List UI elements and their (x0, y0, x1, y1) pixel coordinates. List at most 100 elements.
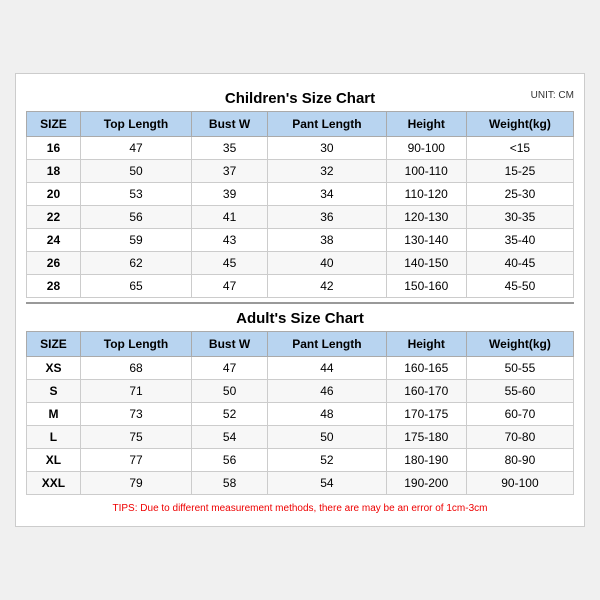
table-cell: 30-35 (466, 206, 573, 229)
table-cell: 58 (192, 472, 268, 495)
table-row: XXL795854190-20090-100 (27, 472, 574, 495)
table-cell: 80-90 (466, 449, 573, 472)
table-cell: 73 (80, 403, 191, 426)
table-cell: 50 (192, 380, 268, 403)
table-cell: 170-175 (386, 403, 466, 426)
table-row: M735248170-17560-70 (27, 403, 574, 426)
table-cell: 100-110 (386, 160, 466, 183)
table-cell: 20 (27, 183, 81, 206)
table-cell: 34 (268, 183, 386, 206)
adult-table: SIZE Top Length Bust W Pant Length Heigh… (26, 331, 574, 495)
table-cell: 35 (192, 137, 268, 160)
table-cell: 79 (80, 472, 191, 495)
table-cell: 110-120 (386, 183, 466, 206)
table-row: 1647353090-100<15 (27, 137, 574, 160)
table-cell: 50 (80, 160, 191, 183)
table-cell: 18 (27, 160, 81, 183)
table-cell: 52 (192, 403, 268, 426)
table-cell: 39 (192, 183, 268, 206)
table-cell: 70-80 (466, 426, 573, 449)
col-pant-length: Pant Length (268, 112, 386, 137)
table-cell: M (27, 403, 81, 426)
table-cell: 62 (80, 252, 191, 275)
table-cell: 52 (268, 449, 386, 472)
table-cell: 50 (268, 426, 386, 449)
table-cell: XL (27, 449, 81, 472)
table-cell: 56 (80, 206, 191, 229)
col-top-length-adult: Top Length (80, 332, 191, 357)
table-cell: 37 (192, 160, 268, 183)
adult-title: Adult's Size Chart (236, 310, 364, 327)
table-row: XL775652180-19080-90 (27, 449, 574, 472)
table-cell: 68 (80, 357, 191, 380)
col-bust-w: Bust W (192, 112, 268, 137)
table-cell: 32 (268, 160, 386, 183)
col-weight: Weight(kg) (466, 112, 573, 137)
table-cell: 45-50 (466, 275, 573, 298)
table-cell: 47 (80, 137, 191, 160)
table-cell: 44 (268, 357, 386, 380)
col-size: SIZE (27, 112, 81, 137)
table-cell: 42 (268, 275, 386, 298)
table-cell: XS (27, 357, 81, 380)
table-cell: 180-190 (386, 449, 466, 472)
table-cell: 41 (192, 206, 268, 229)
children-title-row: Children's Size Chart UNIT: CM (26, 84, 574, 111)
table-cell: 175-180 (386, 426, 466, 449)
table-cell: <15 (466, 137, 573, 160)
table-row: 18503732100-11015-25 (27, 160, 574, 183)
table-cell: 160-170 (386, 380, 466, 403)
col-size-adult: SIZE (27, 332, 81, 357)
table-cell: 46 (268, 380, 386, 403)
col-top-length: Top Length (80, 112, 191, 137)
tips-text: TIPS: Due to different measurement metho… (26, 501, 574, 516)
table-cell: 43 (192, 229, 268, 252)
col-height: Height (386, 112, 466, 137)
table-cell: 35-40 (466, 229, 573, 252)
table-cell: 77 (80, 449, 191, 472)
table-cell: 26 (27, 252, 81, 275)
table-cell: 60-70 (466, 403, 573, 426)
col-pant-length-adult: Pant Length (268, 332, 386, 357)
table-cell: 53 (80, 183, 191, 206)
col-bust-w-adult: Bust W (192, 332, 268, 357)
adult-section: Adult's Size Chart SIZE Top Length Bust … (26, 302, 574, 495)
table-row: 24594338130-14035-40 (27, 229, 574, 252)
table-cell: 65 (80, 275, 191, 298)
table-cell: 38 (268, 229, 386, 252)
table-row: S715046160-17055-60 (27, 380, 574, 403)
table-cell: 40-45 (466, 252, 573, 275)
table-cell: 47 (192, 275, 268, 298)
table-row: 26624540140-15040-45 (27, 252, 574, 275)
adult-header-row: SIZE Top Length Bust W Pant Length Heigh… (27, 332, 574, 357)
table-cell: 28 (27, 275, 81, 298)
table-cell: 48 (268, 403, 386, 426)
table-cell: 24 (27, 229, 81, 252)
table-cell: 190-200 (386, 472, 466, 495)
adult-title-row: Adult's Size Chart (26, 304, 574, 331)
table-cell: 75 (80, 426, 191, 449)
children-tbody: 1647353090-100<1518503732100-11015-25205… (27, 137, 574, 298)
table-cell: 54 (268, 472, 386, 495)
table-cell: 54 (192, 426, 268, 449)
children-title: Children's Size Chart (225, 90, 375, 107)
adult-tbody: XS684744160-16550-55S715046160-17055-60M… (27, 357, 574, 495)
table-row: 20533934110-12025-30 (27, 183, 574, 206)
table-cell: 55-60 (466, 380, 573, 403)
table-cell: 120-130 (386, 206, 466, 229)
table-row: XS684744160-16550-55 (27, 357, 574, 380)
table-cell: 36 (268, 206, 386, 229)
table-cell: 22 (27, 206, 81, 229)
table-cell: L (27, 426, 81, 449)
unit-label: UNIT: CM (531, 90, 574, 101)
table-cell: XXL (27, 472, 81, 495)
chart-container: Children's Size Chart UNIT: CM SIZE Top … (15, 73, 585, 527)
table-cell: 30 (268, 137, 386, 160)
table-cell: 56 (192, 449, 268, 472)
table-cell: 16 (27, 137, 81, 160)
table-cell: 15-25 (466, 160, 573, 183)
table-cell: 150-160 (386, 275, 466, 298)
table-row: 22564136120-13030-35 (27, 206, 574, 229)
children-header-row: SIZE Top Length Bust W Pant Length Heigh… (27, 112, 574, 137)
col-weight-adult: Weight(kg) (466, 332, 573, 357)
